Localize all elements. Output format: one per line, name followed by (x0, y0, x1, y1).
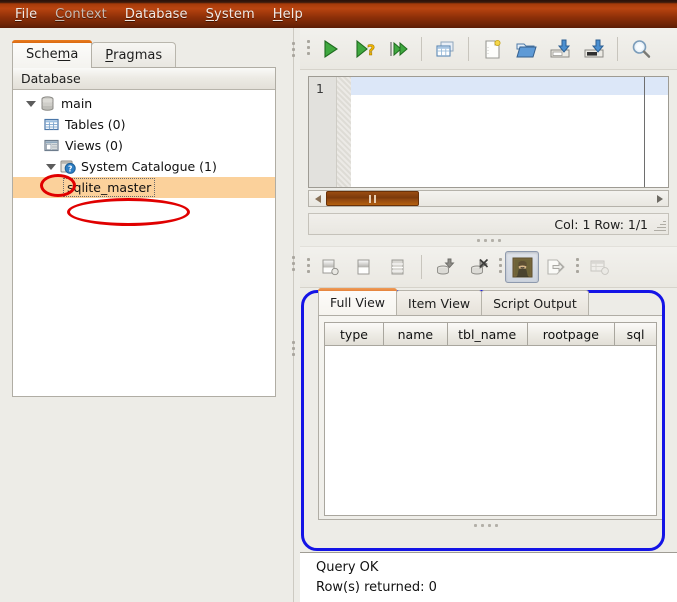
tree-item-views[interactable]: Views (0) (13, 135, 275, 156)
toolbar-drag-handle[interactable] (304, 37, 313, 61)
toolbar-drag-handle-2[interactable] (496, 255, 505, 279)
database-tree[interactable]: Database main Tables (0) Views (0) ? Sys… (12, 67, 276, 397)
application-window: File Context Database System Help Sche m a… (0, 0, 677, 602)
save-as-button[interactable] (577, 33, 611, 65)
tab-schema[interactable]: Sche m a (12, 40, 93, 68)
scrollbar-track[interactable] (326, 191, 651, 206)
tree-item-label: sqlite_master (67, 180, 152, 195)
editor-text-area[interactable] (351, 77, 668, 187)
insert-record-button[interactable] (313, 251, 347, 283)
rollback-button[interactable] (462, 251, 496, 283)
open-file-button[interactable] (509, 33, 543, 65)
cursor-position-label: Col: 1 Row: 1/1 (554, 216, 648, 232)
system-catalogue-icon: ? (59, 158, 76, 175)
toolbar-separator (617, 36, 618, 61)
result-tabstrip: Full View Item View Script Output (304, 288, 667, 315)
editor-fold-margin[interactable] (337, 77, 351, 187)
record-toolbar-drag-handle[interactable] (304, 255, 313, 279)
tree-item-main[interactable]: main (13, 93, 275, 114)
query-log: Query OK Row(s) returned: 0 (300, 552, 677, 602)
sql-editor[interactable]: 1 (308, 76, 669, 188)
commit-button[interactable] (428, 251, 462, 283)
splitter-grip-top[interactable] (292, 42, 295, 60)
tables-icon (43, 116, 60, 133)
tree-item-sqlite-master[interactable]: sqlite_master (13, 177, 275, 198)
tree-item-label: System Catalogue (1) (81, 159, 217, 174)
grid-settings-button[interactable] (582, 251, 616, 283)
explain-query-button[interactable]: ? (347, 33, 381, 65)
svg-text:?: ? (68, 164, 72, 173)
image-preview-button[interactable] (505, 251, 539, 283)
left-tabstrip: Sche m a Pragmas (12, 40, 177, 68)
toolbar-drag-handle-3[interactable] (573, 255, 582, 279)
scrollbar-thumb[interactable] (326, 191, 419, 206)
scroll-right-icon[interactable] (651, 194, 668, 203)
editor-gutter: 1 (309, 77, 337, 187)
annotation-rectangle-result-panel (301, 290, 665, 551)
save-file-button[interactable] (543, 33, 577, 65)
splitter-grip-middle[interactable] (292, 256, 295, 274)
tab-pragmas[interactable]: Pragmas (91, 42, 177, 68)
tree-item-label: Views (0) (65, 138, 123, 153)
resize-grip-icon[interactable] (652, 219, 666, 233)
execute-query-button[interactable] (313, 33, 347, 65)
tab-item-view[interactable]: Item View (396, 290, 483, 315)
tree-body: main Tables (0) Views (0) ? System Catal… (13, 90, 275, 198)
tree-item-system-catalogue[interactable]: ? System Catalogue (1) (13, 156, 275, 177)
scroll-left-icon[interactable] (309, 194, 326, 203)
tab-script-output[interactable]: Script Output (481, 290, 589, 315)
tree-header-database: Database (13, 68, 275, 90)
show-results-grid-button[interactable] (428, 33, 462, 65)
editor-status-bar: Col: 1 Row: 1/1 (308, 213, 669, 235)
export-arrow-button[interactable] (539, 251, 573, 283)
splitter-line (293, 28, 294, 602)
toolbar-separator (421, 255, 422, 279)
query-toolbar: ? (300, 28, 677, 70)
tree-item-label: Tables (0) (65, 117, 126, 132)
menu-system[interactable]: System (197, 4, 264, 25)
editor-horizontal-scrollbar[interactable] (308, 190, 669, 207)
rows-button[interactable] (381, 251, 415, 283)
new-file-button[interactable] (475, 33, 509, 65)
toolbar-separator (421, 36, 422, 61)
current-line-highlight (351, 77, 668, 95)
tree-item-label: main (61, 96, 93, 111)
schema-pane: Sche m a Pragmas Database main Tables (0… (0, 28, 289, 602)
menu-help[interactable]: Help (264, 4, 312, 25)
log-line-status: Query OK (316, 560, 379, 575)
tree-item-tables[interactable]: Tables (0) (13, 114, 275, 135)
expander-system-catalogue-icon[interactable] (43, 159, 59, 175)
database-icon (39, 95, 56, 112)
line-number: 1 (316, 81, 324, 96)
log-line-rows: Row(s) returned: 0 (316, 580, 437, 595)
vertical-splitter[interactable] (289, 28, 300, 602)
svg-text:?: ? (367, 43, 375, 59)
editor-right-margin (644, 77, 645, 187)
duplicate-record-button[interactable] (347, 251, 381, 283)
horizontal-splitter-top[interactable] (300, 235, 677, 246)
menu-file[interactable]: File (6, 4, 46, 25)
tab-full-view[interactable]: Full View (318, 288, 398, 315)
record-toolbar (300, 246, 677, 288)
find-button[interactable] (624, 33, 658, 65)
menu-bar: File Context Database System Help (0, 0, 677, 28)
toolbar-separator (468, 36, 469, 61)
views-icon (43, 137, 60, 154)
menu-context[interactable]: Context (46, 4, 116, 25)
expander-main-icon[interactable] (23, 96, 39, 112)
menu-database[interactable]: Database (116, 4, 197, 25)
execute-step-button[interactable] (381, 33, 415, 65)
splitter-grip-bottom[interactable] (292, 341, 295, 359)
